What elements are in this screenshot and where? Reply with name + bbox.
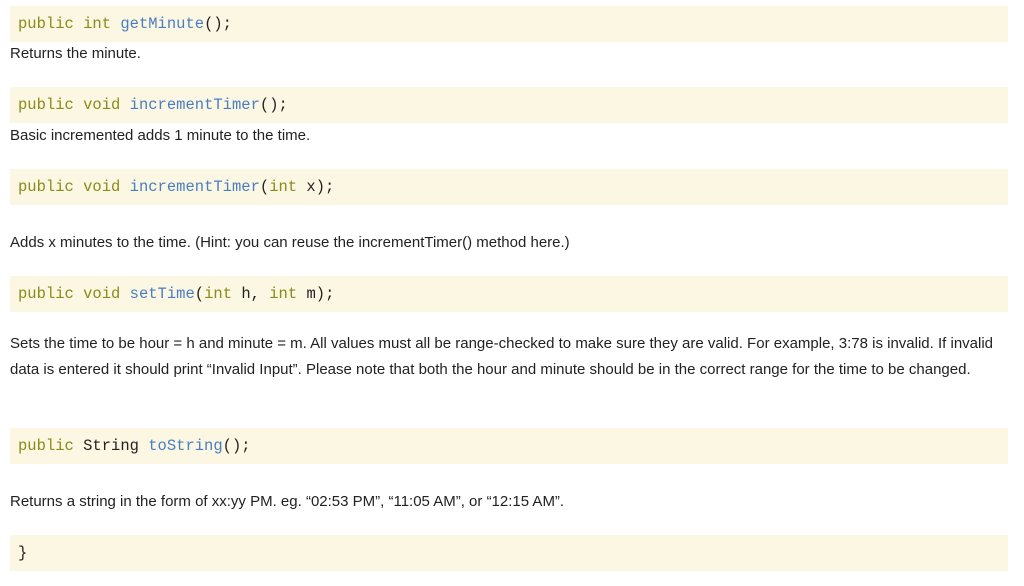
code-parens: ()	[204, 15, 223, 33]
code-method-name: getMinute	[120, 15, 205, 33]
code-block-getminute: public int getMinute();	[10, 6, 1008, 42]
code-return-type: void	[83, 178, 121, 196]
code-block-tostring: public String toString();	[10, 428, 1008, 464]
code-modifier: public	[18, 15, 74, 33]
code-terminator: );	[315, 178, 335, 196]
code-modifier: public	[18, 437, 74, 455]
code-param-name: h,	[241, 285, 260, 303]
description-incrementtimer: Basic incremented adds 1 minute to the t…	[10, 127, 311, 144]
description-incrementtimer-int: Adds x minutes to the time. (Hint: you c…	[10, 234, 570, 251]
code-modifier: public	[18, 285, 74, 303]
code-terminator: );	[315, 285, 335, 303]
code-terminator: ;	[241, 437, 251, 455]
code-method-name: setTime	[129, 285, 195, 303]
closing-brace: }	[18, 544, 28, 562]
code-parens: ()	[259, 96, 279, 114]
code-param-name: x	[306, 178, 316, 196]
code-block-incrementtimer-int: public void incrementTimer(int x);	[10, 169, 1008, 205]
code-modifier: public	[18, 178, 74, 196]
code-param-name: m	[306, 285, 316, 303]
code-param-type: int	[269, 178, 298, 196]
code-method-name: toString	[148, 437, 223, 455]
code-return-type: String	[83, 437, 139, 455]
code-block-closing-brace: }	[10, 535, 1008, 571]
code-return-type: void	[83, 285, 121, 303]
code-block-incrementtimer: public void incrementTimer();	[10, 87, 1008, 123]
code-block-settime: public void setTime(int h, int m);	[10, 276, 1008, 312]
description-settime: Sets the time to be hour = h and minute …	[10, 335, 994, 378]
code-param-type: int	[269, 285, 298, 303]
code-terminator: ;	[278, 96, 288, 114]
code-parens: ()	[222, 437, 242, 455]
description-getminute: Returns the minute.	[10, 45, 141, 62]
code-return-type: void	[83, 96, 121, 114]
code-method-name: incrementTimer	[129, 96, 260, 114]
code-modifier: public	[18, 96, 74, 114]
code-method-name: incrementTimer	[129, 178, 260, 196]
description-tostring: Returns a string in the form of xx:yy PM…	[10, 493, 565, 510]
code-param-type: int	[204, 285, 232, 303]
code-return-type: int	[83, 15, 112, 33]
code-terminator: ;	[222, 15, 232, 33]
